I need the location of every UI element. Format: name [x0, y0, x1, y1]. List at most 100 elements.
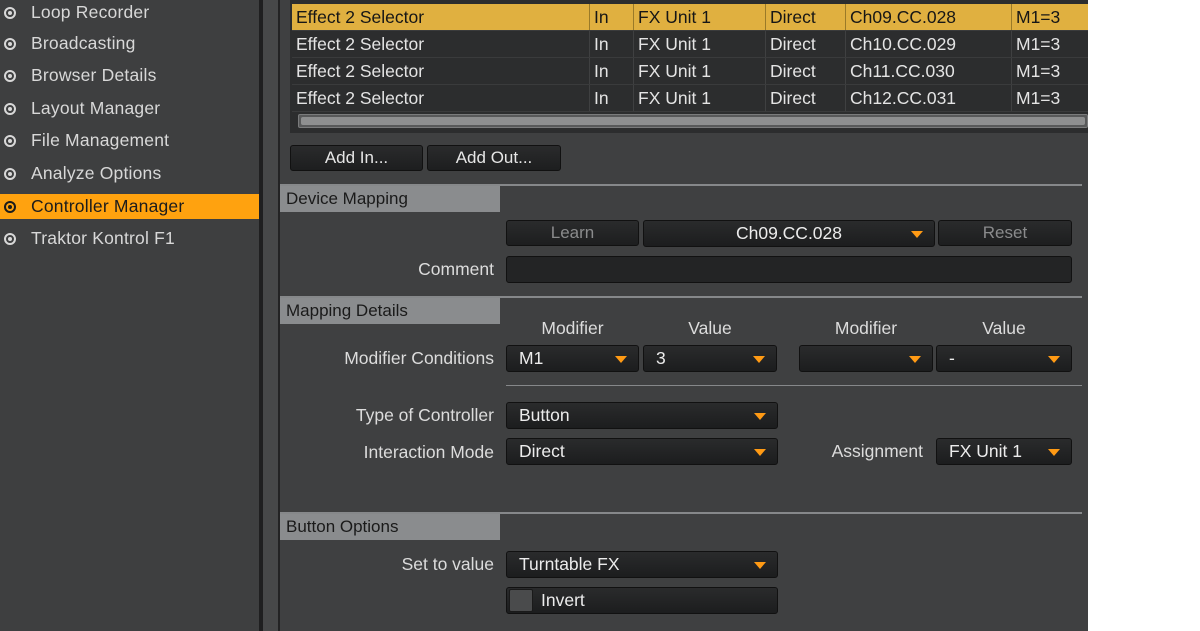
modifier-1-value: M1 [519, 348, 544, 368]
interaction-mode-label: Interaction Mode [363, 442, 494, 462]
set-to-value-value: Turntable FX [519, 554, 620, 574]
value-1-dropdown[interactable]: 3 [643, 345, 777, 372]
assignment-dropdown[interactable]: FX Unit 1 [936, 438, 1072, 465]
sidebar-item-label: Loop Recorder [31, 2, 150, 22]
modifier-1-dropdown[interactable]: M1 [506, 345, 639, 372]
reset-button[interactable]: Reset [938, 220, 1072, 246]
cell-mode: Direct [766, 85, 846, 111]
cell-mapped-to: Ch11.CC.030 [846, 58, 1012, 84]
add-out-button[interactable]: Add Out... [427, 145, 561, 171]
modifier-column-label-2: Modifier [834, 318, 898, 338]
cell-modifier: M1=3 [1016, 7, 1061, 27]
table-row[interactable]: Effect 2 Selector In FX Unit 1 Direct Ch… [292, 4, 1088, 31]
sidebar-item-loop-recorder[interactable]: Loop Recorder [0, 0, 259, 25]
modifier-2-dropdown[interactable] [799, 345, 933, 372]
device-mapping-header: Device Mapping [280, 186, 500, 212]
chevron-down-icon [1048, 356, 1060, 363]
cell-assignment: FX Unit 1 [634, 31, 766, 57]
sidebar-item-label: Traktor Kontrol F1 [31, 228, 175, 248]
set-to-value-dropdown[interactable]: Turntable FX [506, 551, 778, 578]
cell-io: In [590, 58, 634, 84]
horizontal-scrollbar[interactable] [298, 114, 1088, 128]
cell-assignment: FX Unit 1 [634, 58, 766, 84]
cell-modifier: M1=3 [1016, 88, 1061, 108]
sidebar-item-label: File Management [31, 130, 170, 150]
add-in-button[interactable]: Add In... [290, 145, 423, 171]
sidebar-item-label: Broadcasting [31, 33, 136, 53]
cell-mapped-to: Ch12.CC.031 [846, 85, 1012, 111]
cell-mode: Direct [766, 58, 846, 84]
modifier-conditions-label: Modifier Conditions [344, 348, 494, 368]
cell-assignment: FX Unit 1 [634, 4, 766, 30]
interaction-mode-value: Direct [519, 441, 565, 461]
mapped-to-value: Ch09.CC.028 [735, 223, 843, 243]
sidebar-item-analyze-options[interactable]: Analyze Options [0, 161, 259, 186]
invert-checkbox[interactable] [509, 589, 533, 612]
radio-icon [4, 200, 16, 213]
radio-icon [4, 6, 16, 19]
sidebar-item-controller-manager[interactable]: Controller Manager [0, 194, 259, 219]
type-of-controller-value: Button [519, 405, 570, 425]
mapping-details-header: Mapping Details [280, 298, 500, 324]
comment-input[interactable] [506, 256, 1072, 283]
invert-label: Invert [541, 590, 585, 610]
cell-mode: Direct [766, 4, 846, 30]
radio-icon [4, 37, 16, 50]
sidebar-item-traktor-kontrol-f1[interactable]: Traktor Kontrol F1 [0, 226, 259, 251]
chevron-down-icon [754, 413, 766, 420]
cell-io: In [590, 31, 634, 57]
chevron-down-icon [1048, 449, 1060, 456]
radio-icon [4, 167, 16, 180]
value-column-label: Value [688, 318, 732, 338]
chevron-down-icon [753, 356, 765, 363]
cell-mode: Direct [766, 31, 846, 57]
cell-mapped-to: Ch09.CC.028 [846, 4, 1012, 30]
sidebar-item-label: Browser Details [31, 65, 157, 85]
button-options-header: Button Options [280, 514, 500, 540]
table-row[interactable]: Effect 2 Selector In FX Unit 1 Direct Ch… [292, 85, 1088, 112]
assignment-value: FX Unit 1 [949, 441, 1022, 461]
sidebar-item-file-management[interactable]: File Management [0, 128, 259, 153]
radio-icon [4, 232, 16, 245]
value-1-value: 3 [656, 348, 666, 368]
cell-modifier: M1=3 [1016, 61, 1061, 81]
sidebar-item-layout-manager[interactable]: Layout Manager [0, 96, 259, 121]
cell-control: Effect 2 Selector [292, 31, 590, 57]
table-row[interactable]: Effect 2 Selector In FX Unit 1 Direct Ch… [292, 58, 1088, 85]
sidebar-item-broadcasting[interactable]: Broadcasting [0, 31, 259, 56]
type-of-controller-label: Type of Controller [355, 405, 494, 425]
radio-icon [4, 69, 16, 82]
interaction-mode-dropdown[interactable]: Direct [506, 438, 778, 465]
sidebar-item-browser-details[interactable]: Browser Details [0, 63, 259, 88]
cell-mapped-to: Ch10.CC.029 [846, 31, 1012, 57]
radio-icon [4, 134, 16, 147]
value-2-dropdown[interactable]: - [936, 345, 1072, 372]
chevron-down-icon [615, 356, 627, 363]
sidebar-item-label: Layout Manager [31, 98, 161, 118]
type-of-controller-dropdown[interactable]: Button [506, 402, 778, 429]
mapping-table: Effect 2 Selector In FX Unit 1 Direct Ch… [290, 0, 1088, 133]
cell-assignment: FX Unit 1 [634, 85, 766, 111]
learn-button[interactable]: Learn [506, 220, 639, 246]
divider [263, 0, 278, 631]
scrollbar-thumb[interactable] [301, 117, 1085, 125]
controller-manager-panel: Effect 2 Selector In FX Unit 1 Direct Ch… [280, 0, 1088, 631]
chevron-down-icon [909, 356, 921, 363]
radio-icon [4, 102, 16, 115]
invert-toggle[interactable]: Invert [506, 587, 778, 614]
cell-control: Effect 2 Selector [292, 85, 590, 111]
cell-control: Effect 2 Selector [292, 58, 590, 84]
preferences-sidebar: Loop Recorder Broadcasting Browser Detai… [0, 0, 259, 631]
sidebar-item-label: Controller Manager [31, 196, 185, 216]
mapped-to-dropdown[interactable]: Ch09.CC.028 [643, 220, 935, 247]
assignment-label: Assignment [831, 441, 923, 461]
table-row[interactable]: Effect 2 Selector In FX Unit 1 Direct Ch… [292, 31, 1088, 58]
modifier-column-label: Modifier [541, 318, 604, 338]
subsection-divider [506, 385, 1082, 386]
cell-modifier: M1=3 [1016, 34, 1061, 54]
cell-control: Effect 2 Selector [292, 4, 590, 30]
comment-label: Comment [418, 259, 494, 279]
cell-io: In [590, 4, 634, 30]
set-to-value-label: Set to value [401, 554, 494, 574]
value-2-value: - [949, 348, 955, 368]
